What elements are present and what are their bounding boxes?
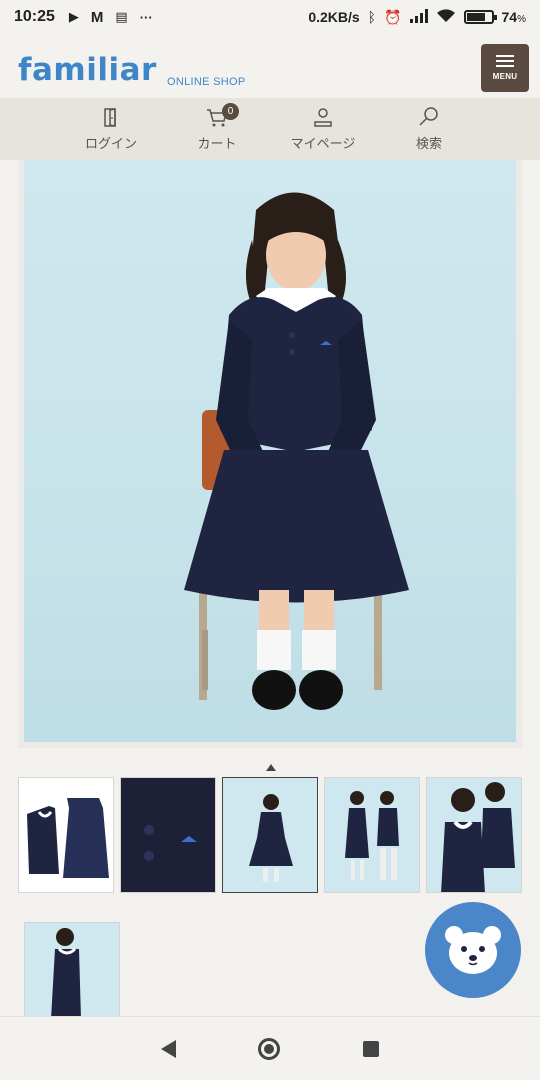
- site-header: familiar ONLINE SHOP MENU: [0, 34, 540, 98]
- back-icon[interactable]: [161, 1039, 177, 1058]
- menu-button[interactable]: MENU: [481, 44, 529, 92]
- alarm-icon: ⏰: [384, 8, 402, 25]
- girl-seated-illustration: [184, 192, 409, 710]
- bear-face-icon: [445, 926, 501, 974]
- door-icon: [104, 108, 116, 127]
- recent-apps-icon[interactable]: [362, 1040, 379, 1057]
- android-nav-bar: [0, 1016, 540, 1080]
- thumbnail-5[interactable]: [426, 777, 522, 893]
- status-bar: 10:25 ▶ M ▤ ··· 0.2KB/s ᛒ ⏰ 74%: [0, 0, 540, 34]
- news-icon: ▤: [115, 9, 128, 24]
- signal-icon: [409, 8, 428, 26]
- hamburger-icon: [496, 55, 514, 67]
- home-icon[interactable]: [258, 1037, 281, 1060]
- familiar-logo[interactable]: familiar: [18, 52, 157, 88]
- thumbnail-strip: [18, 777, 522, 893]
- bluetooth-icon: ᛒ: [367, 9, 377, 25]
- nav-mypage-label: マイページ: [290, 136, 356, 151]
- nav-cart-label: カート: [197, 136, 237, 151]
- product-photo: [24, 160, 516, 742]
- nav-search[interactable]: 検索: [376, 98, 482, 160]
- nav-search-label: 検索: [415, 136, 442, 151]
- top-nav: ログイン 0 カート マイページ 検索: [0, 98, 540, 160]
- thumbnail-2[interactable]: [120, 777, 216, 893]
- product-main-image[interactable]: [18, 160, 522, 748]
- status-time: 10:25: [14, 8, 55, 25]
- wifi-icon: [436, 8, 456, 26]
- bear-chat-button[interactable]: [425, 902, 521, 998]
- user-icon: [314, 108, 332, 127]
- thumbnail-6[interactable]: [24, 922, 120, 1018]
- nav-cart[interactable]: 0 カート: [164, 98, 270, 160]
- online-shop-label: ONLINE SHOP: [167, 76, 246, 88]
- battery-percent: 74: [501, 9, 518, 25]
- gmail-icon: M: [90, 8, 104, 26]
- cart-count-badge: 0: [222, 103, 239, 120]
- more-dots-icon: ···: [139, 9, 153, 25]
- search-icon: [419, 107, 438, 126]
- nav-mypage[interactable]: マイページ: [270, 98, 376, 160]
- menu-label: MENU: [492, 72, 518, 81]
- net-speed: 0.2KB/s: [308, 9, 360, 25]
- battery-unit: %: [517, 14, 526, 25]
- thumbnail-1[interactable]: [18, 777, 114, 893]
- thumbnail-4[interactable]: [324, 777, 420, 893]
- selected-thumbnail-indicator: [266, 764, 276, 771]
- nav-login[interactable]: ログイン: [58, 98, 164, 160]
- thumbnail-3[interactable]: [222, 777, 318, 893]
- play-icon: ▶: [68, 9, 79, 24]
- nav-login-label: ログイン: [84, 136, 137, 151]
- battery-icon: [463, 10, 497, 24]
